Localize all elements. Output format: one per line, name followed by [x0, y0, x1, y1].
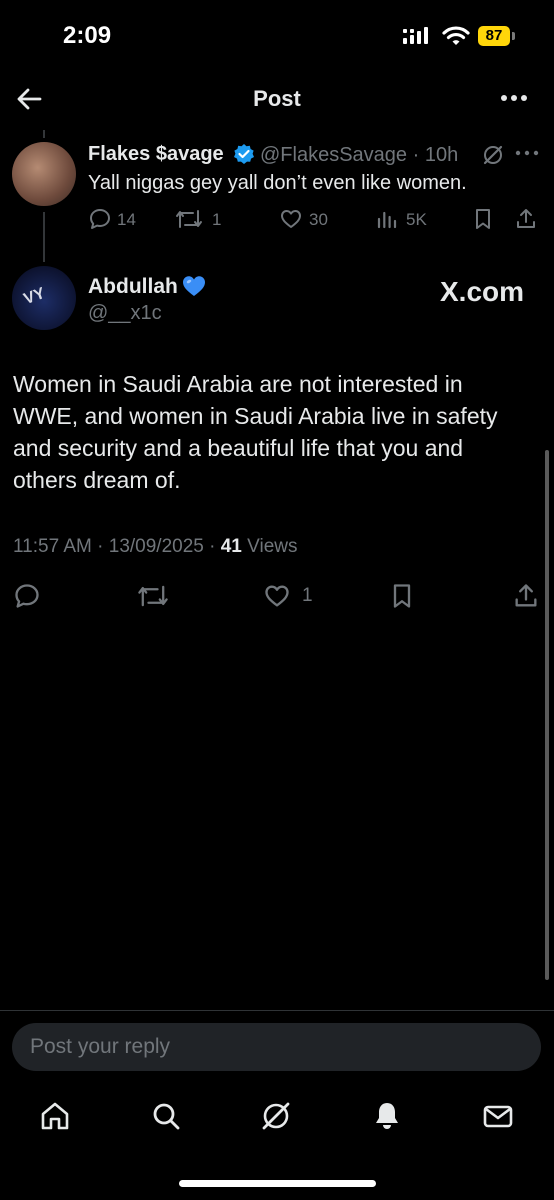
- post-timestamp: 11:57 AM · 13/09/2025 ·: [13, 536, 216, 557]
- author-name[interactable]: Abdullah: [88, 275, 178, 299]
- battery-indicator: 87: [478, 26, 516, 46]
- battery-level: 87: [485, 27, 503, 44]
- avatar-abdullah[interactable]: VY: [12, 266, 76, 330]
- post-age: 10h: [424, 144, 459, 166]
- notifications-icon[interactable]: [370, 1099, 404, 1133]
- bookmark-icon[interactable]: [388, 582, 416, 610]
- page-title: Post: [253, 86, 301, 111]
- post-text: Women in Saudi Arabia are not interested…: [13, 371, 498, 493]
- verified-badge-icon: [234, 144, 254, 164]
- grok-icon[interactable]: [481, 143, 505, 167]
- like-count: 30: [309, 210, 328, 229]
- source-badge: X.com: [440, 276, 525, 307]
- views-count: 5K: [406, 210, 427, 229]
- reply-icon[interactable]: [13, 582, 41, 610]
- status-time: 2:09: [63, 22, 112, 49]
- views-icon[interactable]: [375, 207, 399, 231]
- reply-count: 14: [117, 210, 136, 229]
- wifi-icon: [442, 26, 470, 45]
- views-label[interactable]: Views: [247, 536, 297, 557]
- post-meta: 11:57 AM · 13/09/2025 · 41 Views: [13, 536, 298, 558]
- repost-icon[interactable]: [174, 207, 204, 231]
- scrollbar[interactable]: [545, 450, 549, 980]
- repost-count: 1: [212, 210, 222, 229]
- divider: [0, 1010, 554, 1011]
- bookmark-icon[interactable]: [471, 207, 495, 231]
- blue-heart-icon: [183, 276, 205, 296]
- more-options-icon[interactable]: [514, 145, 540, 161]
- reply-icon[interactable]: [88, 207, 112, 231]
- reply-text: Yall niggas gey yall don’t even like wom…: [88, 172, 467, 194]
- more-options-icon[interactable]: [498, 86, 530, 110]
- cellular-signal-icon: [403, 27, 428, 44]
- messages-icon[interactable]: [481, 1099, 515, 1133]
- home-icon[interactable]: [38, 1099, 72, 1133]
- views-count: 41: [220, 536, 242, 557]
- handle-text: @FlakesSavage: [260, 144, 408, 166]
- dot-separator: ·: [407, 144, 425, 166]
- reply-placeholder[interactable]: Post your reply: [30, 1035, 170, 1059]
- repost-icon[interactable]: [136, 582, 170, 610]
- grok-icon[interactable]: [259, 1099, 293, 1133]
- author-name[interactable]: Flakes $avage: [88, 143, 224, 166]
- search-icon[interactable]: [149, 1099, 183, 1133]
- like-count: 1: [302, 585, 313, 606]
- thread-line: [43, 212, 45, 262]
- avatar-flakes[interactable]: [12, 142, 76, 206]
- author-handle: @__x1c: [88, 302, 162, 324]
- thread-line-top: [43, 130, 45, 138]
- like-icon[interactable]: [279, 207, 303, 231]
- share-icon[interactable]: [512, 582, 540, 610]
- share-icon[interactable]: [514, 207, 538, 231]
- like-icon[interactable]: [263, 582, 291, 610]
- author-handle: @FlakesSavage · 10h: [260, 144, 458, 167]
- home-indicator: [179, 1180, 376, 1187]
